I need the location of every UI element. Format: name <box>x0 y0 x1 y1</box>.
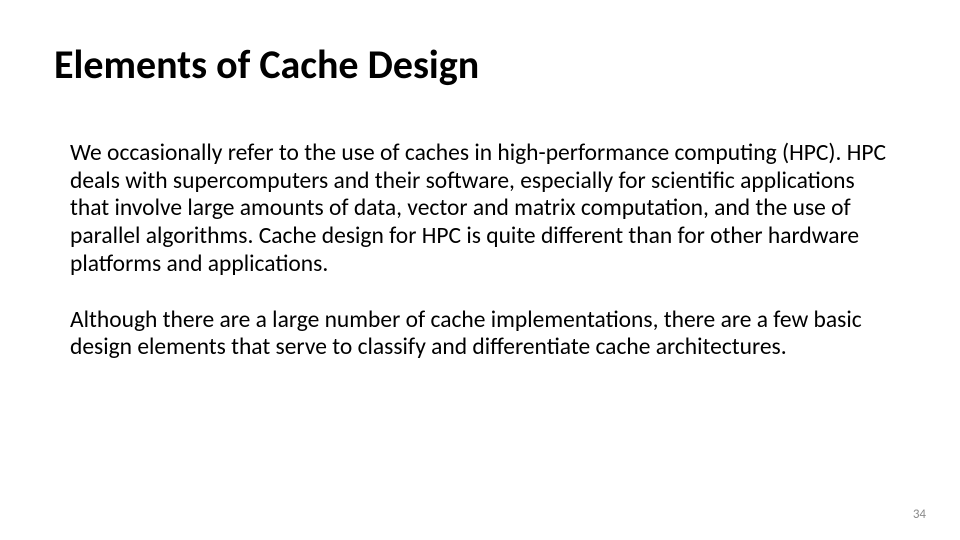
page-number: 34 <box>913 507 926 522</box>
slide-title: Elements of Cache Design <box>54 44 479 86</box>
body-paragraph-1: We occasionally refer to the use of cach… <box>70 140 890 279</box>
body-paragraph-2: Although there are a large number of cac… <box>70 307 890 362</box>
slide: Elements of Cache Design We occasionally… <box>0 0 960 540</box>
slide-body: We occasionally refer to the use of cach… <box>70 140 890 390</box>
